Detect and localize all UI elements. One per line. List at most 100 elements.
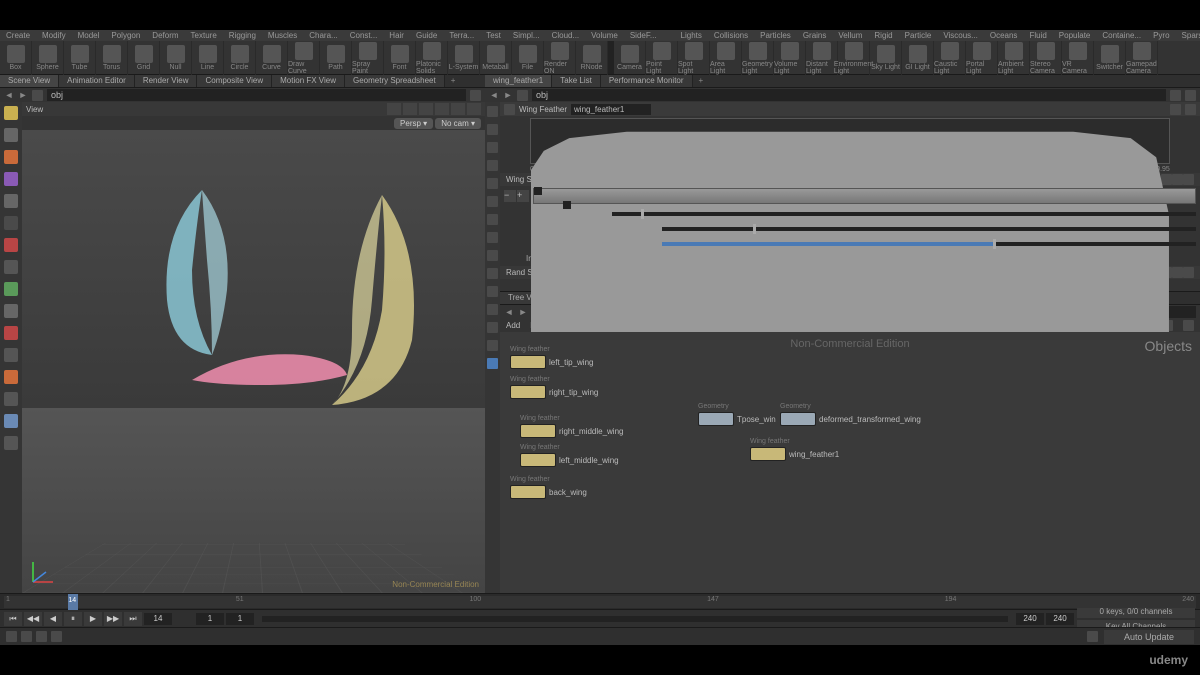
lock-icon[interactable] <box>0 212 22 234</box>
menu-item[interactable]: Vellum <box>832 30 868 41</box>
status-icon[interactable] <box>6 631 17 642</box>
shelf-point-light[interactable]: Point Light <box>646 41 678 75</box>
range-end-field[interactable] <box>1046 613 1074 625</box>
shelf-environment-light[interactable]: Environment Light <box>838 41 870 75</box>
shelf-stereo-camera[interactable]: Stereo Camera <box>1030 41 1062 75</box>
network-canvas[interactable]: Non-Commercial Edition Objects Wing feat… <box>500 332 1200 593</box>
status-icon[interactable] <box>51 631 62 642</box>
shelf-render-on[interactable]: Render ON <box>544 41 576 75</box>
shelf-caustic-light[interactable]: Caustic Light <box>934 41 966 75</box>
ramp-graph[interactable] <box>530 118 1170 164</box>
shelf-gi-light[interactable]: GI Light <box>902 41 934 75</box>
pose-tool[interactable] <box>0 190 22 212</box>
menu-item[interactable]: Oceans <box>984 30 1024 41</box>
shelf-font[interactable]: Font <box>384 41 416 75</box>
menu-item[interactable]: Sparse P... <box>1176 30 1200 41</box>
shelf-platonic-solids[interactable]: Platonic Solids <box>416 41 448 75</box>
menu-item[interactable] <box>663 30 675 41</box>
node-deformed_transformed_wing[interactable]: Geometrydeformed_transformed_wing <box>780 412 921 426</box>
shelf-grid[interactable]: Grid <box>128 41 160 75</box>
node-Tpose_win[interactable]: GeometryTpose_win <box>698 412 776 426</box>
shelf-spot-light[interactable]: Spot Light <box>678 41 710 75</box>
menu-item[interactable]: Guide <box>410 30 443 41</box>
tab-wing_feather1[interactable]: wing_feather1 <box>485 75 552 87</box>
tool-g[interactable] <box>0 410 22 432</box>
value-slider[interactable] <box>662 242 1196 246</box>
shelf-rnode[interactable]: RNode <box>576 41 608 75</box>
ramp-opt-icon[interactable] <box>1172 174 1183 185</box>
tab-scene-view[interactable]: Scene View <box>0 75 59 87</box>
home-icon[interactable] <box>517 90 528 101</box>
shelf-metaball[interactable]: Metaball <box>480 41 512 75</box>
menu-item[interactable]: Model <box>72 30 106 41</box>
position-slider[interactable] <box>662 227 1196 231</box>
tab-take-list[interactable]: Take List <box>552 75 601 87</box>
shelf-curve[interactable]: Curve <box>256 41 288 75</box>
menu-item[interactable]: Chara... <box>303 30 343 41</box>
menu-item[interactable]: Modify <box>36 30 72 41</box>
shelf-gamepad-camera[interactable]: Gamepad Camera <box>1126 41 1158 75</box>
current-frame-field[interactable] <box>144 613 172 625</box>
menu-item[interactable]: Particle F... <box>899 30 938 41</box>
node-back_wing[interactable]: Wing featherback_wing <box>510 485 587 499</box>
pause-button[interactable]: ⏸ <box>64 612 82 626</box>
point-no-slider[interactable] <box>612 212 1196 216</box>
forward-icon[interactable]: ► <box>518 307 528 317</box>
shelf-portal-light[interactable]: Portal Light <box>966 41 998 75</box>
display-option[interactable] <box>485 138 500 156</box>
shelf-tube[interactable]: Tube <box>64 41 96 75</box>
tab-animation-editor[interactable]: Animation Editor <box>59 75 135 87</box>
display-option[interactable] <box>485 228 500 246</box>
camera-dropdown[interactable]: No cam ▾ <box>435 118 481 129</box>
shelf-camera[interactable]: Camera <box>614 41 646 75</box>
add-tab-button[interactable]: + <box>445 75 462 87</box>
menu-item[interactable]: Viscous... <box>937 30 984 41</box>
display-option[interactable] <box>485 192 500 210</box>
menu-item[interactable]: Test <box>480 30 507 41</box>
add-tab-button[interactable]: + <box>693 75 710 87</box>
menu-item[interactable]: Containe... <box>1096 30 1147 41</box>
tab-render-view[interactable]: Render View <box>135 75 198 87</box>
display-option[interactable] <box>485 246 500 264</box>
tab-composite-view[interactable]: Composite View <box>197 75 272 87</box>
tab-geometry-spreadsheet[interactable]: Geometry Spreadsheet <box>345 75 445 87</box>
viewport-3d[interactable]: Non-Commercial Edition <box>22 130 485 593</box>
tool-d[interactable] <box>0 344 22 366</box>
status-icon[interactable] <box>36 631 47 642</box>
menu-item[interactable]: Texture <box>185 30 223 41</box>
left-path-input[interactable] <box>47 89 466 101</box>
menu-item[interactable]: Hair <box>383 30 410 41</box>
shelf-null[interactable]: Null <box>160 41 192 75</box>
gear-icon[interactable] <box>1170 90 1181 101</box>
shelf-sphere[interactable]: Sphere <box>32 41 64 75</box>
menu-item[interactable]: Terra... <box>443 30 480 41</box>
shelf-ambient-light[interactable]: Ambient Light <box>998 41 1030 75</box>
ramp-gear-icon[interactable] <box>1183 267 1194 278</box>
shelf-spray-paint[interactable]: Spray Paint <box>352 41 384 75</box>
persp-dropdown[interactable]: Persp ▾ <box>394 118 433 129</box>
chat-icon[interactable] <box>1087 631 1098 642</box>
shelf-path[interactable]: Path <box>320 41 352 75</box>
menu-item[interactable]: Rigging <box>223 30 262 41</box>
select-tool[interactable] <box>0 102 22 124</box>
info-icon[interactable] <box>485 354 500 372</box>
menu-item[interactable]: Pyro FX <box>1147 30 1175 41</box>
menu-item[interactable]: Grains <box>797 30 833 41</box>
shelf-box[interactable]: Box <box>0 41 32 75</box>
node-right_middle_wing[interactable]: Wing featherright_middle_wing <box>520 424 623 438</box>
gear-icon[interactable] <box>1170 104 1181 115</box>
network-menu-item[interactable]: Add <box>506 321 520 330</box>
display-option[interactable] <box>485 264 500 282</box>
tool-f[interactable] <box>0 388 22 410</box>
prev-frame-button[interactable]: ◀◀ <box>24 612 42 626</box>
shelf-vr-camera[interactable]: VR Camera <box>1062 41 1094 75</box>
shelf-l-system[interactable]: L-System <box>448 41 480 75</box>
menu-item[interactable]: Polygon <box>105 30 146 41</box>
display-option[interactable] <box>485 318 500 336</box>
range-start-field[interactable] <box>196 613 224 625</box>
shelf-line[interactable]: Line <box>192 41 224 75</box>
display-option[interactable] <box>485 336 500 354</box>
menu-item[interactable]: Lights an... <box>675 30 708 41</box>
menu-item[interactable]: Create <box>0 30 36 41</box>
rotate-tool[interactable] <box>0 146 22 168</box>
